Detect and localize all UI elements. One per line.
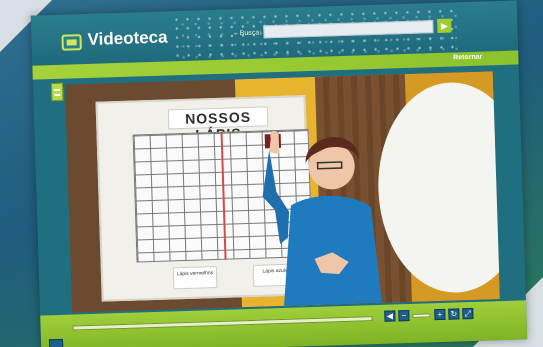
fullscreen-control[interactable]: ⤢ [462,307,474,320]
refresh-control[interactable]: ↻ [448,308,460,320]
menu-toggle-button[interactable] [50,82,64,102]
presenter-left-arm [262,150,290,244]
volume-slider[interactable] [412,313,431,318]
search-label: - Busca: [235,29,262,38]
app-title: Videoteca [87,27,168,49]
return-link[interactable]: Retornar [453,54,482,62]
video-frame[interactable]: NOSSOS LÁPIS Lápis vermelhos Lápis azuis [64,71,500,313]
prev-control[interactable]: ◀ [384,310,396,322]
volume-up-control[interactable]: + [434,308,446,321]
presenter-body [284,195,382,306]
search-go-button[interactable]: ▶ [437,18,452,33]
videoteca-logo-icon [61,34,82,51]
chart-caption-left: Lápis vermelhos [172,265,218,290]
presenter-figure [262,131,382,306]
play-button[interactable] [48,338,64,347]
progress-bar[interactable] [72,316,373,331]
videoteca-window: Videoteca - Busca: ▶ Retornar NOSSOS LÁP… [30,0,528,347]
volume-down-control[interactable]: − [398,309,410,322]
